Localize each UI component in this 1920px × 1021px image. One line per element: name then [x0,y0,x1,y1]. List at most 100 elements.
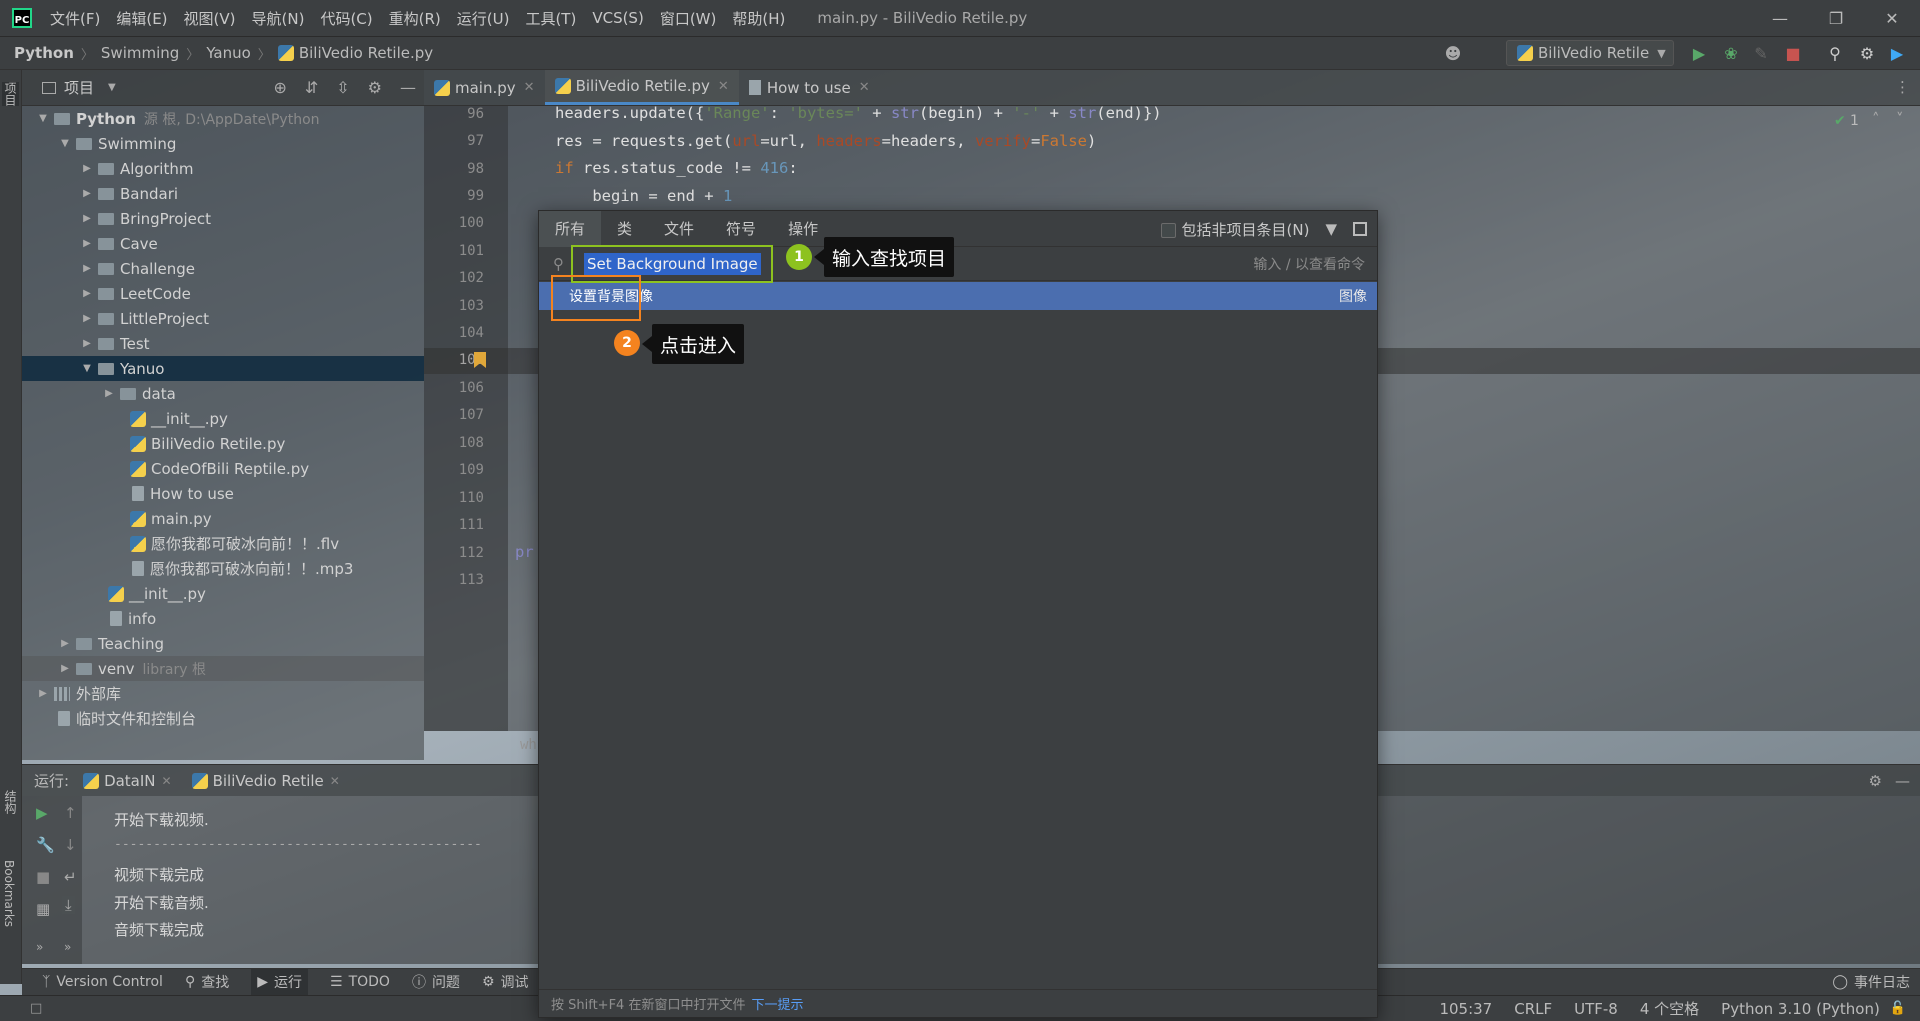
tab-files[interactable]: 文件 [648,211,710,247]
tree-item-test[interactable]: ▶ Test [22,331,424,356]
menu-edit[interactable]: 编辑(E) [108,8,175,29]
chevron-right-icon[interactable]: ▶ [102,388,116,399]
tree-item-algorithm[interactable]: ▶ Algorithm [22,156,424,181]
coverage-icon[interactable]: ✎ [1750,42,1772,64]
tree-item-bringproject[interactable]: ▶ BringProject [22,206,424,231]
tree-item-external-libraries[interactable]: ▶ 外部库 [22,681,424,706]
caret-position[interactable]: 105:37 [1439,1000,1492,1018]
breadcrumb-file[interactable]: BiliVedio Retile.py [299,44,433,62]
menu-navigate[interactable]: 导航(N) [244,8,313,29]
tree-item-python[interactable]: ▼ Python 源 根, D:\AppDate\Python [22,106,424,131]
breadcrumb-python[interactable]: Python [14,44,74,62]
menu-tools[interactable]: 工具(T) [517,8,584,29]
close-tab-icon[interactable]: ✕ [718,79,729,94]
scroll-to-end-icon[interactable]: ⤓ [62,896,75,914]
breadcrumb-swimming[interactable]: Swimming [101,44,179,62]
tab-event-log[interactable]: ◯ 事件日志 [1832,972,1910,992]
menu-run[interactable]: 运行(U) [449,8,518,29]
wrench-icon[interactable]: 🔧 [36,836,55,854]
chevron-right-icon[interactable]: ▶ [58,638,72,649]
close-tab-icon[interactable]: ✕ [330,774,340,788]
locate-icon[interactable]: ⊕ [273,78,286,97]
tree-item-teaching[interactable]: ▶ Teaching [22,631,424,656]
chevron-right-icon[interactable]: ▶ [80,338,94,349]
include-non-project-checkbox[interactable]: 包括非项目条目(N) [1160,219,1309,240]
chevron-right-icon[interactable]: ▶ [80,288,94,299]
run-configuration-selector[interactable]: BiliVedio Retile ▼ [1506,40,1674,66]
structure-tool-tab[interactable]: 结构 [2,790,19,814]
close-tab-icon[interactable]: ✕ [859,80,870,95]
soft-wrap-icon[interactable]: ↵ [64,868,77,886]
restore-icon[interactable]: ❐ [1808,0,1864,36]
tab-main-py[interactable]: main.py ✕ [424,70,545,105]
tab-run[interactable]: ▶ 运行 [251,969,308,995]
layout-icon[interactable]: ▦ [36,900,50,918]
close-icon[interactable]: ✕ [1864,0,1920,36]
tree-item-venv[interactable]: ▶ venv library 根 [22,656,424,681]
project-tool-tab[interactable]: 项目 [2,82,19,106]
more-icon[interactable]: » [36,940,43,954]
tab-version-control[interactable]: ᛉ Version Control [42,974,163,990]
lock-icon[interactable]: 🔓 [1890,1001,1906,1016]
tree-item-bilivedio-retile[interactable]: BiliVedio Retile.py [22,431,424,456]
chevron-right-icon[interactable]: ▶ [80,188,94,199]
stop-icon[interactable]: ■ [36,868,50,886]
run-tab-datain[interactable]: DataIN ✕ [83,772,172,790]
tab-debug[interactable]: ⚙ 调试 [482,972,529,992]
tree-item-init-py-2[interactable]: __init__.py [22,581,424,606]
tab-problems[interactable]: ⓘ 问题 [412,972,460,992]
tab-find[interactable]: ⚲ 查找 [185,972,229,992]
python-interpreter[interactable]: Python 3.10 (Python) [1721,1000,1880,1018]
editor-breadcrumb[interactable]: wh [520,737,537,753]
tree-item-mp3[interactable]: 愿你我都可破冰向前！！.mp3 [22,556,424,581]
tree-item-main-py[interactable]: main.py [22,506,424,531]
more-icon[interactable]: » [64,940,71,954]
run-icon[interactable]: ▶ [1688,42,1710,64]
stop-icon[interactable]: ■ [1782,42,1804,64]
chevron-down-icon[interactable]: ˅ [1896,110,1904,128]
tab-todo[interactable]: ☰ TODO [330,974,390,990]
next-tip-link[interactable]: 下一提示 [751,994,803,1013]
checkbox-box[interactable] [1160,222,1176,238]
chevron-down-icon[interactable]: ▼ [58,138,72,149]
tab-all[interactable]: 所有 [539,210,602,247]
minimize-icon[interactable]: — [1752,0,1808,36]
menu-vcs[interactable]: VCS(S) [584,9,651,27]
chevron-right-icon[interactable]: ▶ [80,313,94,324]
tree-item-data[interactable]: ▶ data [22,381,424,406]
chevron-right-icon[interactable]: ▶ [80,238,94,249]
hide-icon[interactable]: — [1895,772,1910,790]
tree-item-cave[interactable]: ▶ Cave [22,231,424,256]
tree-item-yanuo[interactable]: ▼ Yanuo [22,356,424,381]
menu-window[interactable]: 窗口(W) [652,8,725,29]
rerun-icon[interactable]: ▶ [36,804,48,822]
chevron-down-icon[interactable]: ▼ [108,82,116,93]
breadcrumb-yanuo[interactable]: Yanuo [206,44,250,62]
expand-all-icon[interactable]: ⇵ [305,78,318,97]
menu-help[interactable]: 帮助(H) [724,8,793,29]
tree-item-init-py[interactable]: __init__.py [22,406,424,431]
chevron-right-icon[interactable]: ▶ [80,263,94,274]
tree-item-leetcode[interactable]: ▶ LeetCode [22,281,424,306]
collapse-all-icon[interactable]: ⇳ [336,78,349,97]
tree-item-littleproject[interactable]: ▶ LittleProject [22,306,424,331]
chevron-up-icon[interactable]: ˄ [1872,110,1880,128]
layout-toggle-icon[interactable]: □ [30,1001,42,1016]
arrow-down-icon[interactable]: ↓ [64,836,77,854]
bookmarks-tool-tab[interactable]: Bookmarks [2,860,16,927]
tree-item-scratches[interactable]: 临时文件和控制台 [22,706,424,731]
menu-code[interactable]: 代码(C) [312,8,380,29]
run-tab-bilivedio-retile[interactable]: BiliVedio Retile ✕ [191,772,340,790]
filter-icon[interactable]: ▼ [1325,220,1337,238]
line-separator[interactable]: CRLF [1514,1000,1552,1018]
arrow-up-icon[interactable]: ↑ [64,804,77,822]
tab-how-to-use[interactable]: How to use ✕ [739,70,880,105]
plugin-icon[interactable]: ▶ [1886,42,1908,64]
search-icon[interactable]: ⚲ [1824,42,1846,64]
inspection-count[interactable]: 1 [1850,113,1859,129]
project-panel-title[interactable]: 项目 [64,77,94,98]
settings-icon[interactable]: ⚙ [368,78,382,97]
chevron-right-icon[interactable]: ▶ [80,163,94,174]
indent-setting[interactable]: 4 个空格 [1640,998,1699,1019]
tab-bilivedio-retile[interactable]: BiliVedio Retile.py ✕ [544,70,739,105]
